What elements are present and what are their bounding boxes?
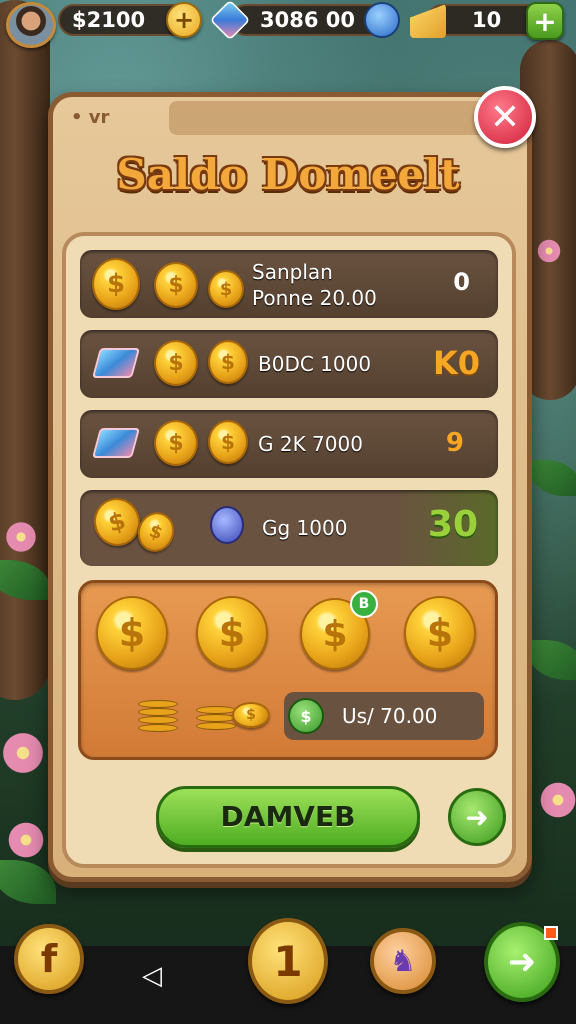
nav-shop-button[interactable]: ♞ [370,928,436,994]
next-button[interactable]: ➜ [448,788,506,846]
nav-back-button[interactable]: ◁ [136,960,168,992]
top-resource-bar: $2100 + 3086 00 10 + [0,0,576,48]
coin-icon: $ [154,340,198,386]
flower-decor [536,238,562,264]
offer-amount: Gg 1000 [262,516,348,540]
arrow-icon: ➜ [465,800,489,834]
leaf-decor [530,460,576,496]
coin-stack-icon [138,700,178,708]
coin-symbol: $ [221,350,235,374]
map-arrow-icon: ➜ [507,942,537,982]
offer-value: K0 [432,344,480,382]
gem-icon [91,348,141,378]
coin-symbol: $ [322,613,348,655]
coin-stack-icon [196,706,236,714]
back-icon: ◁ [142,961,162,991]
offer-value: 30 [427,504,478,545]
energy-icon [410,4,446,38]
coin-symbol: $ [168,350,184,376]
coin-icon: $ [154,262,198,308]
panel-title: Saldo Domeelt [116,150,460,199]
flower-decor [538,780,576,820]
offer-amount: G 2K 7000 [258,432,363,456]
f-icon: f [40,937,58,981]
coin-stack-icon [138,724,178,732]
coin-stack-icon [138,716,178,724]
leaf-decor [0,860,56,904]
trophy-icon: ♞ [389,943,417,979]
coin-symbol: $ [168,430,184,456]
offer-amount: Ponne 20.00 [252,286,377,310]
coin-stack-icon [196,722,236,730]
plus-icon: + [533,4,557,38]
nav-f-button[interactable]: f [14,924,84,994]
nav-main-button[interactable]: 1 [248,918,328,1004]
add-coins-button[interactable]: + [166,2,202,38]
coin-stack-icon [196,714,236,722]
coin-symbol: $ [221,430,235,454]
add-energy-button[interactable]: + [526,2,564,40]
number-one-icon: 1 [273,936,303,986]
coin-symbol: $ [246,707,256,723]
panel-decor-text: • vr [71,107,110,128]
player-avatar[interactable] [6,2,56,48]
orb-icon [210,506,244,544]
close-icon: ✕ [489,96,521,138]
panel-header-strip [169,101,525,135]
coin-symbol: $ [218,611,246,655]
coin-stack-icon [138,708,178,716]
flower-decor [6,820,46,860]
gem-balance-value: 3086 00 [260,8,355,32]
coin-icon: $ [96,596,168,670]
deposit-button[interactable]: DAMVEB [156,786,420,848]
coin-icon: $ [92,258,140,310]
currency-icon: $ [288,698,324,734]
bonus-badge: B [350,590,378,618]
coin-icon: $ [208,270,244,308]
coin-symbol: $ [426,611,454,655]
close-button[interactable]: ✕ [474,86,536,148]
coin-icon: $ [232,702,270,728]
energy-balance-value: 10 [472,8,502,32]
coin-symbol: $ [146,519,166,545]
coin-symbol: $ [219,278,233,300]
coin-icon: $ [208,340,248,384]
coin-symbol: $ [106,269,126,299]
coin-icon: $ [196,596,268,670]
featured-price-value: Us/ 70.00 [342,704,438,728]
coin-symbol: $ [105,506,129,538]
offer-name: Sanplan [252,260,333,284]
coin-symbol: $ [168,272,184,298]
orb-icon[interactable] [364,2,400,38]
offer-value: 0 [453,268,470,296]
coin-icon: $ [154,420,198,466]
coin-symbol: $ [118,611,146,655]
leaf-decor [528,640,576,680]
plus-icon: + [173,6,195,34]
offer-amount: B0DC 1000 [258,352,372,376]
notification-badge [544,926,558,940]
coin-icon: $ [208,420,248,464]
coin-balance-value: $2100 [72,8,146,32]
offer-value: 9 [445,428,464,458]
gem-icon [91,428,141,458]
coin-icon: $ [404,596,476,670]
flower-decor [0,730,46,776]
flower-decor [4,520,38,554]
